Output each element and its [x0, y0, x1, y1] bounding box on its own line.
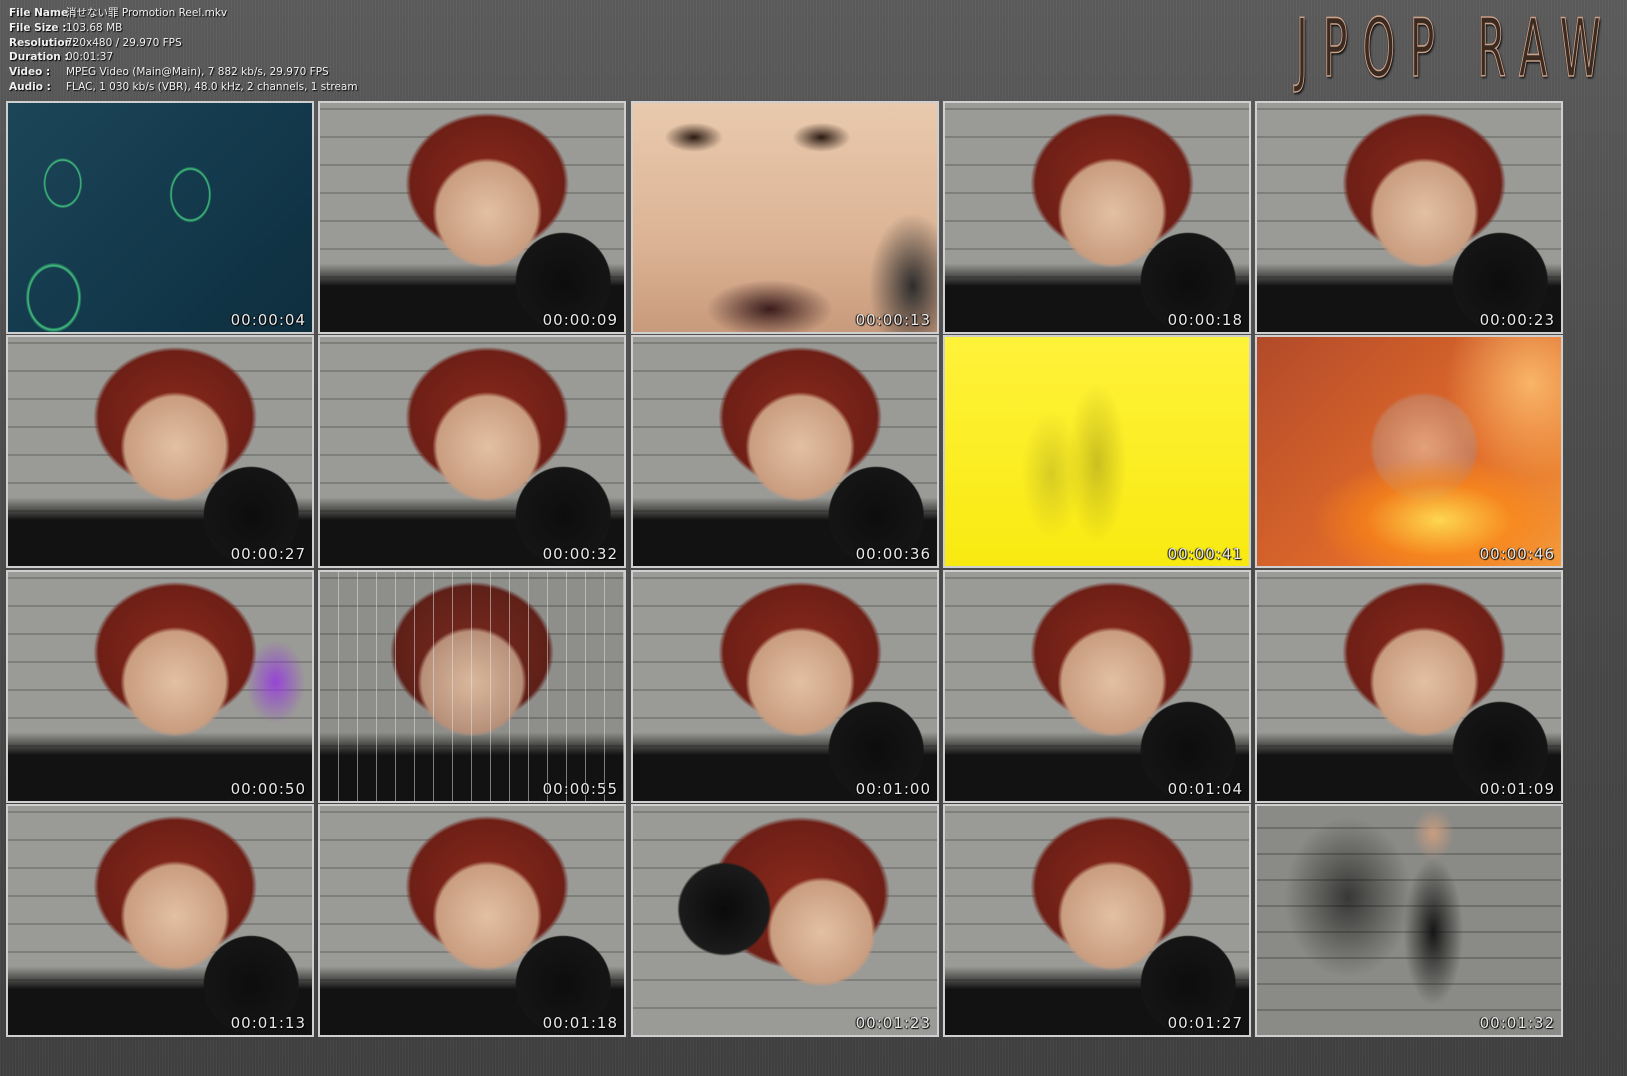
thumbnail[interactable]: 00:00:04 — [6, 101, 314, 334]
brand-logo: JPOP RAW — [1295, 1, 1615, 96]
thumbnail[interactable]: 00:00:09 — [318, 101, 626, 334]
thumbnail-grid: 00:00:04 00:00:09 00:00:13 00:00:18 00:00:23… — [6, 101, 1621, 1071]
thumbnail[interactable]: 00:00:18 — [943, 101, 1251, 334]
timestamp-label: 00:00:46 — [1479, 545, 1555, 563]
thumbnail[interactable]: 00:01:04 — [943, 570, 1251, 803]
timestamp-label: 00:00:13 — [855, 311, 931, 329]
file-name-label: File Name : — [9, 7, 76, 19]
timestamp-label: 00:01:23 — [855, 1014, 931, 1032]
video-label: Video : — [9, 66, 51, 79]
video-frame-image — [320, 572, 624, 801]
timestamp-label: 00:00:50 — [230, 780, 306, 798]
thumbnail[interactable]: 00:01:00 — [631, 570, 939, 803]
video-row: Video : MPEG Video (Main@Main), 7 882 kb/… — [9, 65, 358, 80]
video-frame-image — [945, 572, 1249, 801]
audio-label: Audio : — [9, 80, 51, 93]
thumbnail[interactable]: 00:01:23 — [631, 804, 939, 1037]
thumbnail[interactable]: 00:00:55 — [318, 570, 626, 803]
timestamp-label: 00:01:00 — [855, 780, 931, 798]
file-info-panel: File Name : 消せない罪 Promotion Reel.mkv File… — [9, 6, 358, 95]
file-size-label: File Size : — [9, 21, 67, 34]
duration-value: 00:01:37 — [66, 51, 114, 64]
thumbnail[interactable]: 00:00:32 — [318, 335, 626, 568]
video-frame-image — [1257, 103, 1561, 332]
duration-row: Duration :00:01:37 — [9, 50, 358, 65]
thumbnail[interactable]: 00:00:36 — [631, 335, 939, 568]
timestamp-label: 00:01:09 — [1479, 780, 1555, 798]
file-size-row: File Size :103.68 MB — [9, 21, 358, 36]
video-frame-image — [945, 103, 1249, 332]
thumbnail[interactable]: 00:01:13 — [6, 804, 314, 1037]
thumbnail[interactable]: 00:01:27 — [943, 804, 1251, 1037]
video-frame-image — [633, 103, 937, 332]
timestamp-label: 00:01:04 — [1167, 780, 1243, 798]
video-frame-image — [1257, 572, 1561, 801]
audio-value: FLAC, 1 030 kb/s (VBR), 48.0 kHz, 2 chan… — [66, 80, 358, 93]
thumbnail[interactable]: 00:01:09 — [1255, 570, 1563, 803]
thumbnail[interactable]: 00:01:18 — [318, 804, 626, 1037]
video-frame-image — [8, 337, 312, 566]
video-frame-image — [945, 337, 1249, 566]
video-frame-image — [8, 806, 312, 1035]
video-frame-image — [320, 806, 624, 1035]
video-frame-image — [945, 806, 1249, 1035]
video-frame-image — [633, 806, 937, 1035]
thumbnail[interactable]: 00:00:27 — [6, 335, 314, 568]
timestamp-label: 00:01:32 — [1479, 1014, 1555, 1032]
timestamp-label: 00:01:13 — [230, 1014, 306, 1032]
resolution-value: 720x480 / 29.970 FPS — [66, 36, 182, 49]
thumbnail[interactable]: 00:00:41 — [943, 335, 1251, 568]
video-frame-image — [633, 337, 937, 566]
thumbnail[interactable]: 00:00:46 — [1255, 335, 1563, 568]
timestamp-label: 00:00:32 — [542, 545, 618, 563]
video-frame-image — [320, 337, 624, 566]
video-frame-image — [1257, 806, 1561, 1035]
timestamp-label: 00:00:27 — [230, 545, 306, 563]
video-frame-image — [1257, 337, 1561, 566]
timestamp-label: 00:01:18 — [542, 1014, 618, 1032]
file-name-row: File Name : 消せない罪 Promotion Reel.mkv — [9, 6, 358, 21]
thumbnail[interactable]: 00:00:23 — [1255, 101, 1563, 334]
audio-row: Audio : FLAC, 1 030 kb/s (VBR), 48.0 kHz,… — [9, 80, 358, 95]
file-name-value: 消せない罪 Promotion Reel.mkv — [66, 7, 228, 19]
video-frame-image — [8, 103, 312, 332]
timestamp-label: 00:00:23 — [1479, 311, 1555, 329]
file-size-value: 103.68 MB — [66, 21, 123, 34]
video-frame-image — [8, 572, 312, 801]
timestamp-label: 00:00:18 — [1167, 311, 1243, 329]
video-value: MPEG Video (Main@Main), 7 882 kb/s, 29.9… — [66, 66, 329, 79]
timestamp-label: 00:00:04 — [230, 311, 306, 329]
resolution-label: Resolution: — [9, 36, 77, 49]
thumbnail[interactable]: 00:01:32 — [1255, 804, 1563, 1037]
timestamp-label: 00:01:27 — [1167, 1014, 1243, 1032]
thumbnail[interactable]: 00:00:13 — [631, 101, 939, 334]
duration-label: Duration : — [9, 51, 69, 64]
timestamp-label: 00:00:55 — [542, 780, 618, 798]
thumbnail[interactable]: 00:00:50 — [6, 570, 314, 803]
video-frame-image — [320, 103, 624, 332]
timestamp-label: 00:00:09 — [542, 311, 618, 329]
timestamp-label: 00:00:36 — [855, 545, 931, 563]
timestamp-label: 00:00:41 — [1167, 545, 1243, 563]
resolution-row: Resolution: 720x480 / 29.970 FPS — [9, 36, 358, 51]
video-frame-image — [633, 572, 937, 801]
